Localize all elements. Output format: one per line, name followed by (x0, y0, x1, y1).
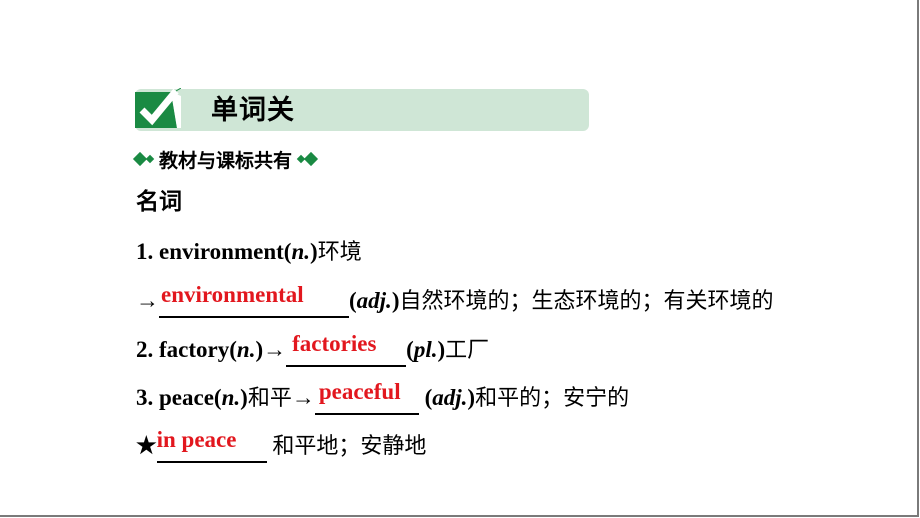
checkmark-icon (135, 87, 182, 132)
entry-meaning: 和平地；安静地 (272, 434, 427, 459)
frame-border-right (917, 0, 919, 517)
part-of-speech: adj. (432, 385, 468, 410)
entry-number: 3. (136, 385, 154, 410)
diamond-icon (296, 151, 319, 167)
entry-3: 3. peace(n.)和平→ peaceful (adj.)和平的；安宁的 (136, 379, 630, 415)
entry-number: 1. (136, 239, 154, 264)
answer-text: factories (292, 331, 377, 356)
answer-blank[interactable]: peaceful (314, 379, 419, 415)
answer-blank[interactable]: environmental (159, 282, 349, 318)
part-of-speech: n. (221, 385, 241, 410)
entry-1: 1. environment(n.)环境 (136, 239, 362, 265)
answer-text: environmental (161, 282, 304, 307)
entry-1-derivative: → environmental (adj.)自然环境的；生态环境的；有关环境的 (136, 282, 774, 318)
diamond-icon (132, 151, 155, 167)
arrow-icon: → (136, 288, 159, 313)
entry-phrase: ★ in peace 和平地；安静地 (136, 427, 427, 463)
entry-word: factory (159, 337, 230, 362)
answer-blank[interactable]: in peace (156, 427, 267, 463)
subheading: 教材与课标共有 (132, 145, 319, 173)
star-icon: ★ (136, 433, 157, 458)
section-header-bar (135, 89, 589, 131)
part-of-speech: adj. (356, 288, 392, 313)
answer-text: peaceful (318, 379, 401, 404)
subheading-text: 教材与课标共有 (159, 149, 293, 172)
entry-word: environment (159, 239, 284, 264)
entry-number: 2. (136, 337, 154, 362)
entry-meaning: 工厂 (445, 338, 490, 363)
part-of-speech: pl. (413, 337, 438, 362)
arrow-icon: → (291, 385, 315, 410)
entry-2: 2. factory(n.)→ factories (pl.)工厂 (136, 331, 490, 367)
category-label: 名词 (136, 189, 182, 215)
entry-meaning: 自然环境的；生态环境的；有关环境的 (399, 289, 774, 314)
section-title: 单词关 (211, 95, 295, 126)
entry-meaning: 环境 (317, 240, 362, 265)
part-of-speech: n. (291, 239, 311, 264)
part-of-speech: n. (236, 337, 256, 362)
arrow-icon: → (263, 337, 287, 362)
entry-word: peace (159, 385, 214, 410)
answer-text: in peace (156, 427, 237, 452)
entry-meaning: 和平 (247, 386, 292, 411)
frame-border-bottom (0, 515, 919, 517)
answer-blank[interactable]: factories (286, 331, 407, 367)
entry-meaning: 和平的；安宁的 (475, 386, 630, 411)
